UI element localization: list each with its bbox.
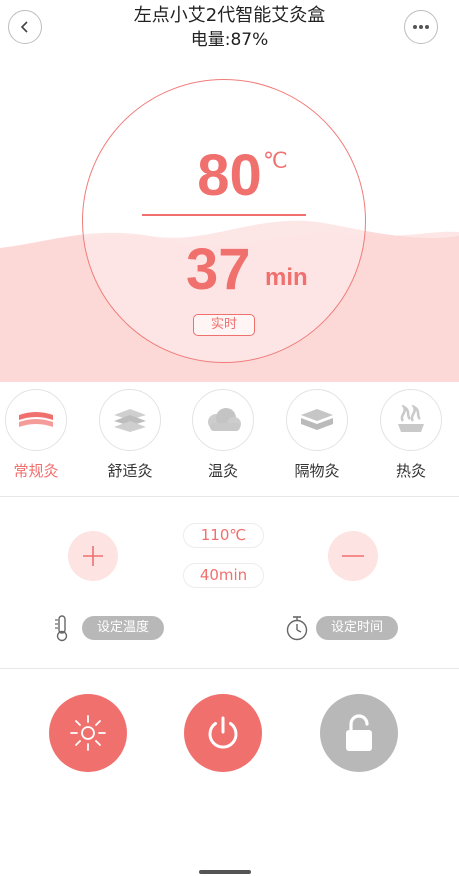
plus-icon [83,546,103,566]
regular-moxibustion-icon [19,412,53,427]
increase-button[interactable] [68,531,118,581]
more-dots-icon [413,25,429,29]
mode-indirect[interactable]: 隔物灸 [284,389,350,481]
lock-button[interactable] [320,694,398,772]
stopwatch-icon [286,616,308,641]
power-icon [208,716,238,749]
mode-label: 热灸 [395,462,426,480]
divider [0,496,459,497]
heat-button[interactable] [49,694,127,772]
device-title: 左点小艾2代智能艾灸盒 [133,5,326,26]
target-temperature-value: 110℃ [183,523,264,548]
temperature-unit: ℃ [263,148,288,173]
indirect-moxibustion-icon [301,409,333,430]
set-time-button[interactable]: 设定时间 [316,616,398,640]
battery-level: 电量:87% [190,30,269,50]
decrease-button[interactable] [328,531,378,581]
mode-label: 温灸 [207,462,238,480]
target-time-value: 40min [183,563,264,588]
time-unit: min [265,264,308,291]
more-button[interactable] [404,10,438,44]
mode-comfort[interactable]: 舒适灸 [97,389,163,481]
sun-icon [70,715,106,751]
warm-moxibustion-icon [208,408,241,431]
mode-regular[interactable]: 常规灸 [3,389,69,481]
set-temperature-button[interactable]: 设定温度 [82,616,164,640]
dial-divider [142,214,306,216]
remaining-time: 37 [186,237,251,302]
realtime-badge: 实时 [193,314,255,336]
hot-moxibustion-icon [398,405,424,432]
comfort-moxibustion-icon [114,409,146,432]
mode-label: 常规灸 [13,462,59,480]
power-button[interactable] [184,694,262,772]
mode-hot[interactable]: 热灸 [378,389,444,481]
current-temperature: 80 [197,143,262,208]
minus-icon [342,555,364,557]
divider [0,668,459,669]
thermometer-icon [55,615,68,642]
mode-label: 舒适灸 [107,462,153,480]
home-indicator[interactable] [199,870,251,874]
mode-warm[interactable]: 温灸 [190,389,256,481]
mode-label: 隔物灸 [294,462,340,480]
unlock-icon [346,714,372,751]
